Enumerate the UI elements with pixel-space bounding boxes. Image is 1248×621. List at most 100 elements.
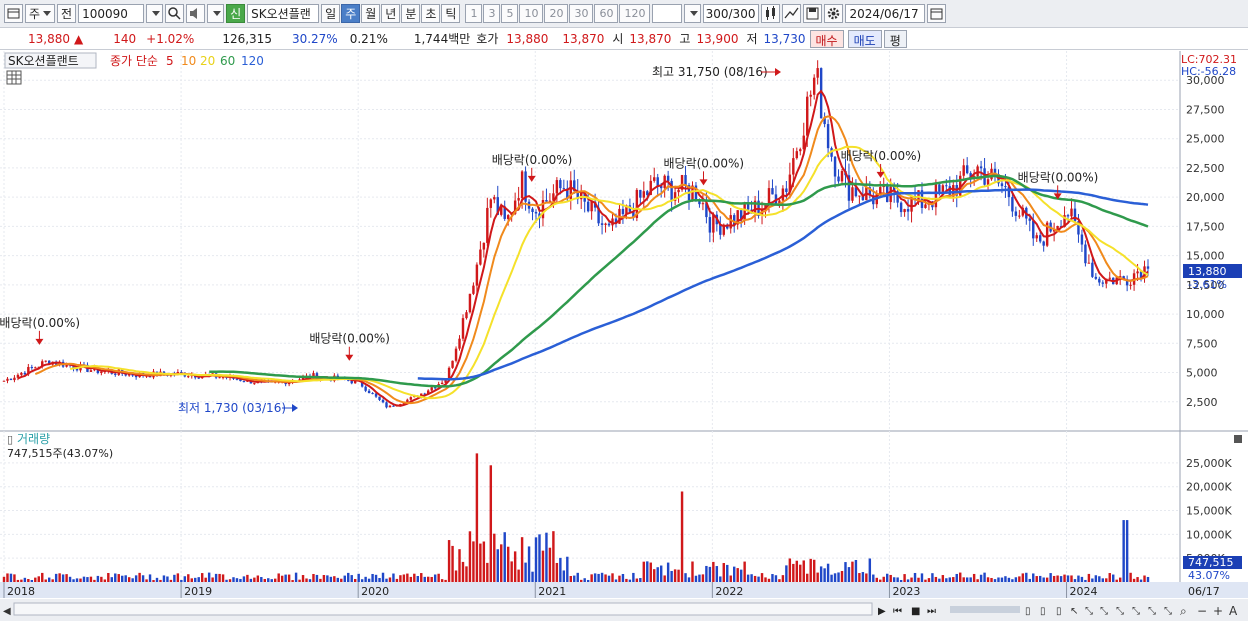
volume-bar — [378, 577, 381, 582]
stock-code-input[interactable]: 100090 — [78, 4, 145, 23]
interval-button-20[interactable]: 20 — [544, 4, 569, 23]
interval-button-5[interactable]: 5 — [501, 4, 519, 23]
open-price: 13,870 — [629, 31, 672, 46]
volume-bar — [597, 573, 600, 582]
period-tab-1[interactable]: 주 — [341, 4, 361, 23]
close-icon[interactable] — [1234, 435, 1242, 443]
volume-bar — [566, 556, 569, 582]
rewind-icon[interactable]: ⏮ — [893, 606, 902, 617]
chevron-down-icon — [152, 11, 161, 16]
volume-bar — [753, 575, 757, 582]
price-chart[interactable]: 30,00027,50025,00022,50020,00017,50015,0… — [0, 51, 1248, 621]
code-dropdown[interactable] — [146, 4, 164, 23]
grid-toggle-icon[interactable] — [6, 70, 22, 85]
market-selector[interactable]: 주 — [25, 4, 56, 23]
volume-bar — [872, 574, 875, 582]
tool-icon-5[interactable]: ⤡ — [1085, 606, 1093, 617]
period-tab-6[interactable]: 틱 — [441, 4, 461, 23]
tool-icon-4[interactable]: ↖ — [1070, 606, 1078, 617]
interval-dropdown[interactable] — [684, 4, 702, 23]
volume-bar — [336, 577, 340, 582]
avg-button[interactable]: 평 — [883, 29, 907, 48]
interval-button-10[interactable]: 10 — [519, 4, 544, 23]
interval-button-3[interactable]: 3 — [483, 4, 501, 23]
count-field[interactable]: 300 /300 — [703, 4, 760, 23]
tool-icon-9[interactable]: ⤡ — [1148, 606, 1156, 617]
date-field[interactable]: 2024/06/17 — [845, 4, 926, 23]
tool-icon-10[interactable]: ⤡ — [1164, 606, 1172, 617]
interval-button-120[interactable]: 120 — [619, 4, 651, 23]
period-tab-0[interactable]: 일 — [321, 4, 341, 23]
volume-bar — [965, 577, 969, 582]
horizontal-scrollbar[interactable] — [13, 602, 873, 616]
legend-stock-name: SK오션플랜트 — [8, 54, 79, 68]
sell-button[interactable]: 매도 — [847, 29, 882, 48]
market-selector-label: 주 — [29, 7, 41, 21]
interval-button-60[interactable]: 60 — [594, 4, 619, 23]
candle-icon[interactable] — [761, 4, 781, 23]
gear-icon[interactable] — [824, 4, 844, 23]
candle-body — [590, 201, 593, 212]
volume-bar — [204, 577, 207, 582]
speaker-dropdown[interactable] — [207, 4, 225, 23]
volume-bar — [322, 574, 326, 582]
prev-button[interactable]: 전 — [57, 4, 77, 23]
volume-bar — [732, 566, 736, 582]
period-tab-5[interactable]: 초 — [421, 4, 441, 23]
volume-bar — [767, 578, 771, 582]
volume-bar — [1139, 579, 1143, 582]
volume-bar — [959, 572, 962, 582]
zoom-out-icon[interactable]: − — [1197, 604, 1207, 618]
tool-icon-7[interactable]: ⤡ — [1116, 606, 1124, 617]
candle-body — [433, 387, 437, 389]
new-badge[interactable]: 신 — [226, 4, 246, 23]
save-icon[interactable] — [803, 4, 823, 23]
volume-bar — [1115, 579, 1118, 582]
trade-amount: 1,744백만 — [413, 32, 471, 46]
tool-icon-1[interactable]: ▯ — [1025, 606, 1031, 617]
volume-bar — [1091, 578, 1094, 582]
stop-icon[interactable]: ■ — [911, 606, 920, 617]
volume-bar — [333, 576, 336, 582]
search-icon[interactable] — [165, 4, 185, 23]
line-tool-icon[interactable] — [782, 4, 802, 23]
scroll-left-icon[interactable]: ◀ — [3, 606, 11, 617]
period-tab-4[interactable]: 분 — [401, 4, 421, 23]
tool-icon-6[interactable]: ⤡ — [1100, 606, 1108, 617]
volume-bar — [614, 579, 618, 582]
buy-button[interactable]: 매수 — [809, 29, 844, 48]
period-tab-2[interactable]: 월 — [361, 4, 381, 23]
play-icon[interactable]: ▶ — [878, 606, 886, 617]
volume-bar — [816, 572, 819, 582]
volume-bar — [548, 547, 552, 582]
volume-bar — [705, 565, 708, 582]
volume-bar — [134, 575, 138, 582]
candle-body — [486, 207, 489, 243]
interval-button-1[interactable]: 1 — [465, 4, 483, 23]
period-tab-3[interactable]: 년 — [381, 4, 401, 23]
price-tick-label: 2,500 — [1186, 396, 1218, 409]
stock-name-field[interactable]: SK오션플랜 — [247, 4, 320, 23]
speaker-icon[interactable] — [186, 4, 206, 23]
volume-bar — [121, 575, 124, 582]
window-icon[interactable] — [4, 4, 23, 23]
candle-body — [1146, 266, 1150, 269]
interval-button-30[interactable]: 30 — [569, 4, 594, 23]
auto-scale-icon[interactable]: A — [1229, 604, 1238, 618]
volume-bar — [148, 574, 152, 582]
zoom-search-icon[interactable]: ⌕ — [1180, 604, 1187, 618]
volume-bar — [972, 573, 976, 582]
zoom-in-icon[interactable]: + — [1213, 604, 1223, 618]
chart-area[interactable]: 30,000 27,500 25,000 22,500 20,000 17,500 15,0… — [0, 51, 1248, 621]
tool-icon-3[interactable]: ▯ — [1056, 606, 1062, 617]
tool-icon-2[interactable]: ▯ — [1040, 606, 1046, 617]
zoom-slider[interactable] — [950, 606, 1020, 613]
tool-icon-8[interactable]: ⤡ — [1132, 606, 1140, 617]
interval-custom-input[interactable] — [652, 4, 683, 23]
forward-icon[interactable]: ⏭ — [927, 606, 936, 617]
calendar-icon[interactable] — [927, 4, 947, 23]
volume-bar — [420, 573, 423, 582]
stock-code-value: 100090 — [82, 6, 128, 21]
volume-bar — [673, 569, 677, 582]
volume-bar — [444, 579, 447, 582]
